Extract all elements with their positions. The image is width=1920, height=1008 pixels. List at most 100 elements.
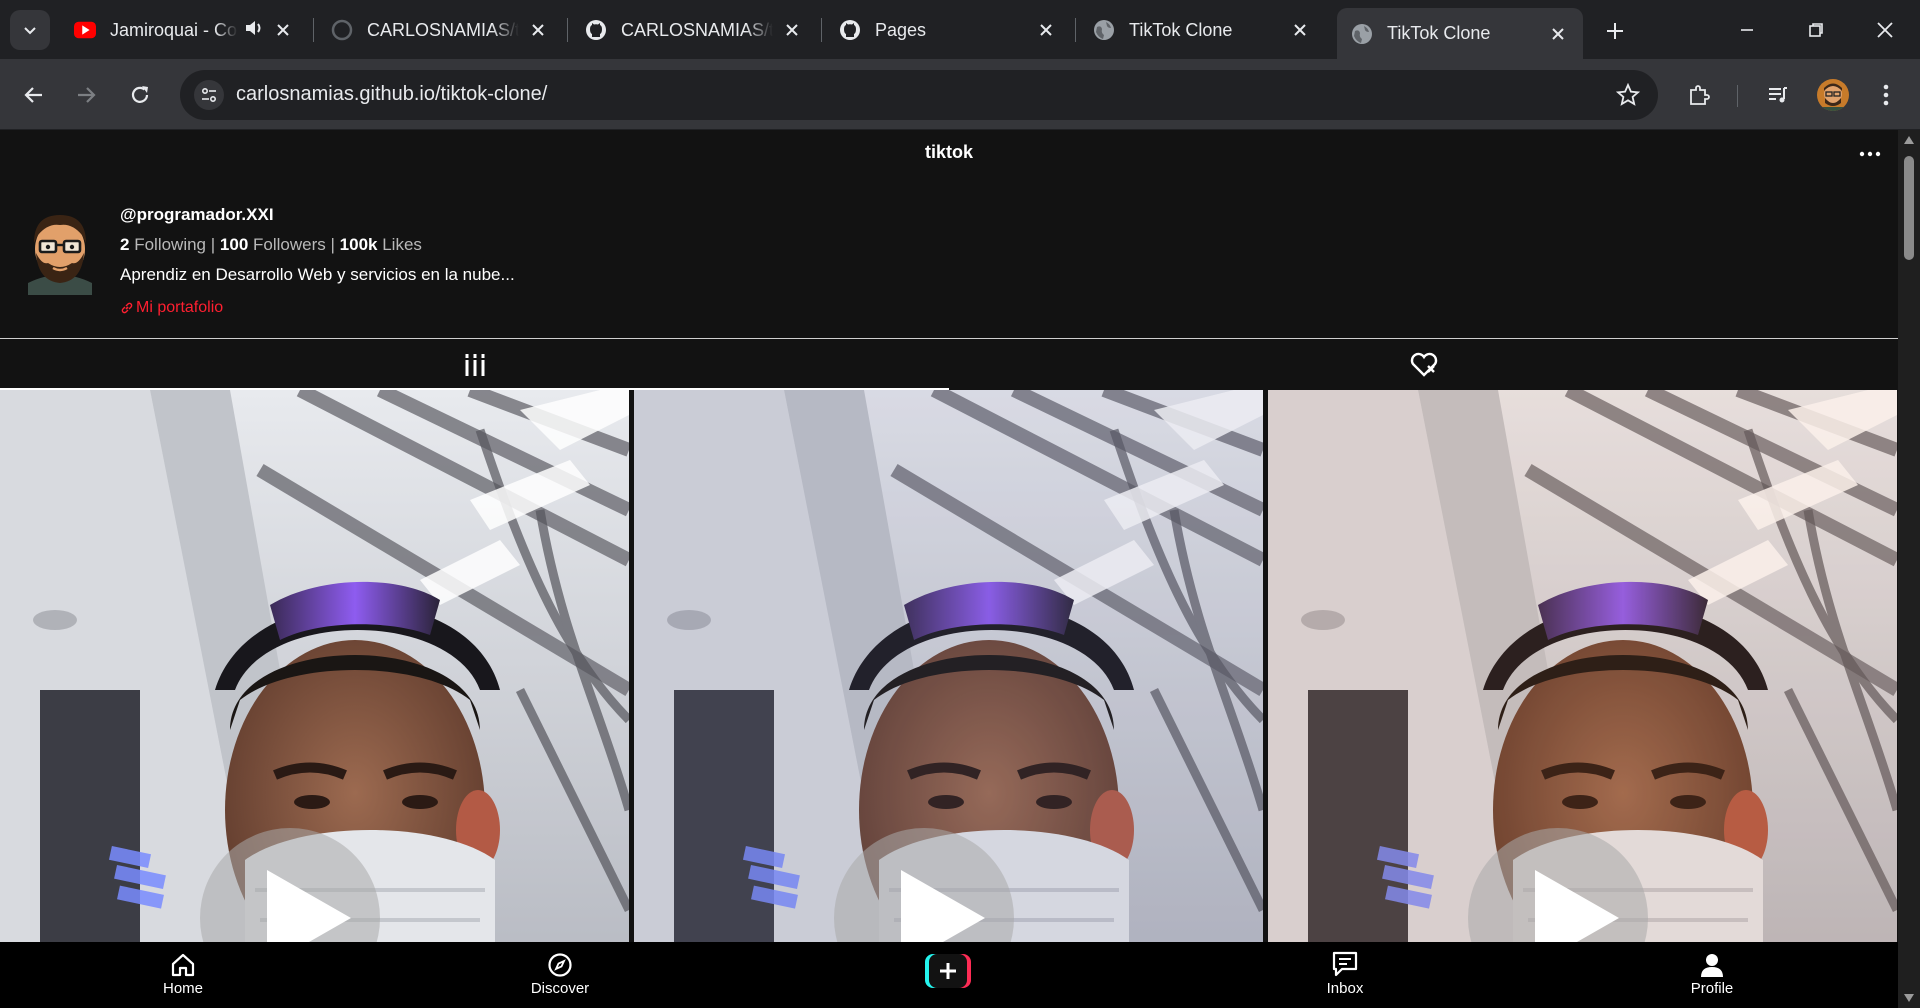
- close-tab-icon[interactable]: [781, 19, 803, 41]
- likes-count: 100k: [339, 235, 378, 254]
- video-thumbnail[interactable]: [634, 390, 1263, 950]
- restore-icon: [1809, 23, 1823, 37]
- avatar: [1817, 79, 1849, 111]
- kebab-menu-icon: [1883, 84, 1889, 106]
- tab-liked[interactable]: [949, 339, 1898, 390]
- browser-tab[interactable]: CARLOSNAMIAS/tiktok-clone: [317, 10, 563, 50]
- nav-inbox-label: Inbox: [1326, 980, 1364, 997]
- tab-videos[interactable]: [0, 339, 949, 390]
- inbox-icon: [1332, 951, 1358, 977]
- close-tab-icon[interactable]: [272, 19, 294, 41]
- link-icon: [121, 302, 133, 314]
- minimize-icon: [1741, 29, 1753, 31]
- profile-content-tabs: [0, 338, 1898, 390]
- speaker-icon[interactable]: [244, 19, 264, 42]
- page-scrollbar[interactable]: [1898, 130, 1920, 1008]
- close-window-button[interactable]: [1860, 8, 1910, 52]
- more-options-button[interactable]: [1855, 142, 1885, 166]
- github-loading-icon: [331, 19, 353, 41]
- forward-button[interactable]: [66, 75, 106, 115]
- github-icon: [585, 19, 607, 41]
- video-thumbnail[interactable]: [1268, 390, 1897, 950]
- url-text[interactable]: carlosnamias.github.io/tiktok-clone/: [236, 83, 547, 106]
- scrollbar-thumb[interactable]: [1904, 156, 1914, 260]
- restore-button[interactable]: [1791, 8, 1841, 52]
- followers-label: Followers: [253, 235, 326, 254]
- arrow-right-icon: [78, 87, 96, 103]
- address-bar[interactable]: carlosnamias.github.io/tiktok-clone/: [180, 70, 1658, 120]
- close-tab-icon[interactable]: [1547, 23, 1569, 45]
- profile-button[interactable]: [1813, 75, 1853, 115]
- tab-search-button[interactable]: [10, 10, 50, 50]
- portfolio-link[interactable]: Mi portafolio: [120, 299, 223, 317]
- following-label: Following: [134, 235, 207, 254]
- bottom-navigation: Home Discover Inbox Profile: [0, 942, 1898, 1008]
- tab-title: CARLOSNAMIAS/tiktok-clone: [367, 19, 519, 40]
- profile-avatar[interactable]: [20, 205, 100, 295]
- site-info-button[interactable]: [194, 80, 224, 110]
- tab-title: Jamiroquai - Cosmic Girl: [110, 19, 238, 40]
- reload-button[interactable]: [120, 75, 160, 115]
- create-video-button[interactable]: [925, 954, 971, 988]
- grid-bars-icon: [463, 353, 486, 376]
- tune-icon: [201, 87, 217, 103]
- scroll-up-arrow-icon[interactable]: [1904, 136, 1914, 144]
- tab-title: TikTok Clone: [1387, 23, 1491, 43]
- home-icon: [171, 953, 195, 977]
- video-thumbnail[interactable]: [0, 390, 629, 950]
- liked-heart-icon: [1410, 352, 1437, 377]
- browser-tab[interactable]: Jamiroquai - Cosmic Girl: [60, 10, 308, 50]
- page-viewport: tiktok @programador.XXI 2 Following | 10…: [0, 130, 1898, 1008]
- chevron-down-icon: [24, 27, 36, 35]
- stats-separator: |: [210, 235, 216, 254]
- nav-profile[interactable]: Profile: [1652, 948, 1772, 1004]
- browser-tab[interactable]: Pages: [825, 10, 1071, 50]
- youtube-icon: [74, 19, 96, 41]
- profile-username: @programador.XXI: [120, 205, 274, 224]
- nav-discover-label: Discover: [530, 980, 590, 997]
- nav-home[interactable]: Home: [123, 948, 243, 1004]
- scroll-down-arrow-icon[interactable]: [1904, 994, 1914, 1002]
- compass-icon: [548, 953, 572, 977]
- new-tab-button[interactable]: [1598, 14, 1632, 48]
- nav-profile-label: Profile: [1690, 980, 1734, 997]
- more-horizontal-icon: [1859, 151, 1881, 157]
- close-tab-icon[interactable]: [1289, 19, 1311, 41]
- close-tab-icon[interactable]: [1035, 19, 1057, 41]
- back-button[interactable]: [14, 75, 54, 115]
- close-tab-icon[interactable]: [527, 19, 549, 41]
- reload-icon: [131, 86, 149, 103]
- create-plus-icon: [925, 954, 971, 988]
- portfolio-link-text[interactable]: Mi portafolio: [136, 299, 223, 317]
- tab-divider: [567, 18, 568, 42]
- plus-icon: [1607, 23, 1623, 39]
- play-icon: [1535, 870, 1619, 950]
- minimize-button[interactable]: [1722, 8, 1772, 52]
- tab-divider: [1075, 18, 1076, 42]
- person-icon: [1701, 954, 1723, 977]
- toolbar-divider: [1737, 85, 1738, 107]
- browser-menu-button[interactable]: [1866, 75, 1906, 115]
- extensions-button[interactable]: [1679, 75, 1719, 115]
- github-icon: [839, 19, 861, 41]
- browser-tab[interactable]: TikTok Clone: [1079, 10, 1325, 50]
- following-count: 2: [120, 235, 130, 254]
- bookmark-button[interactable]: [1614, 81, 1642, 109]
- nav-discover[interactable]: Discover: [500, 948, 620, 1004]
- queue-music-icon: [1769, 87, 1787, 103]
- browser-tab-strip: Jamiroquai - Cosmic Girl CARLOSNAMIAS/ti…: [0, 0, 1920, 59]
- arrow-left-icon: [24, 87, 42, 103]
- close-icon: [1877, 22, 1893, 38]
- tab-title: TikTok Clone: [1129, 19, 1233, 40]
- browser-tab-active[interactable]: TikTok Clone: [1337, 8, 1583, 59]
- media-control-button[interactable]: [1758, 75, 1798, 115]
- globe-icon: [1351, 23, 1373, 45]
- profile-stats: 2 Following | 100 Followers | 100k Likes: [120, 235, 422, 255]
- followers-count: 100: [219, 235, 249, 254]
- browser-tab[interactable]: CARLOSNAMIAS/tiktok-clone: [571, 10, 817, 50]
- nav-inbox[interactable]: Inbox: [1285, 948, 1405, 1004]
- profile-bio: Aprendiz en Desarrollo Web y servicios e…: [120, 265, 515, 284]
- globe-icon: [1093, 19, 1115, 41]
- stats-separator: |: [330, 235, 335, 254]
- play-icon: [267, 870, 351, 950]
